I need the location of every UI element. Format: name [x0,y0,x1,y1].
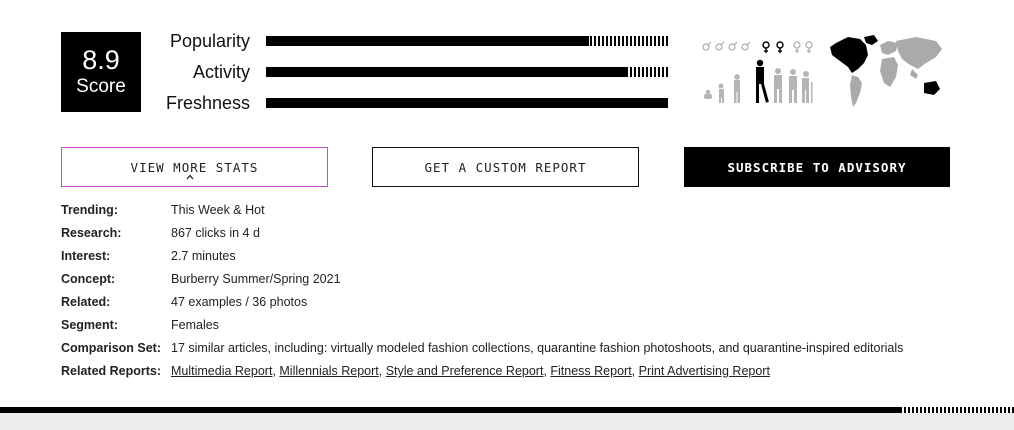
footer-area [0,413,1014,430]
metric-bar-fill [266,67,626,77]
score-label: Score [76,76,126,97]
metric-label: Popularity [169,31,250,51]
metric-freshness: Freshness [150,93,675,117]
metric-label: Freshness [165,93,250,113]
info-value: This Week & Hot [171,203,265,217]
info-key: Concept: [61,272,116,286]
info-key: Trending: [61,203,118,217]
info-key: Comparison Set: [61,341,162,355]
info-value: 17 similar articles, including: virtuall… [171,341,904,355]
report-link-fitness[interactable]: Fitness Report [550,364,631,378]
metric-activity: Activity [150,62,675,86]
score-value: 8.9 [82,45,120,75]
report-link-millennials[interactable]: Millennials Report [279,364,378,378]
world-map-icon [830,35,942,107]
view-more-stats-button[interactable]: VIEW MORE STATS [61,147,328,187]
info-value: Burberry Summer/Spring 2021 [171,272,341,286]
chevron-up-icon [186,174,194,180]
metric-bar-fill [266,36,590,46]
subscribe-advisory-button[interactable]: SUBSCRIBE TO ADVISORY [684,147,950,187]
info-value: 867 clicks in 4 d [171,226,260,240]
info-key: Related: [61,295,111,309]
info-key: Interest: [61,249,111,263]
info-value: Females [171,318,219,332]
related-reports-links: Multimedia Report, Millennials Report, S… [171,364,770,378]
info-value: 47 examples / 36 photos [171,295,308,309]
metric-bar-track [266,98,670,108]
metric-popularity: Popularity [150,31,675,55]
report-link-multimedia[interactable]: Multimedia Report [171,364,272,378]
info-key: Related Reports: [61,364,162,378]
metric-label: Activity [192,62,250,82]
metric-bar-track [266,67,670,77]
info-value: 2.7 minutes [171,249,236,263]
info-key: Segment: [61,318,118,332]
score-box: 8.9 Score [61,32,141,112]
report-link-style-preference[interactable]: Style and Preference Report [386,364,544,378]
gender-age-demographics-icon [702,41,813,103]
custom-report-button[interactable]: GET A CUSTOM REPORT [372,147,639,187]
report-link-print-advertising[interactable]: Print Advertising Report [639,364,770,378]
metric-bar-track [266,36,670,46]
metric-bar-fill [266,98,666,108]
info-key: Research: [61,226,122,240]
